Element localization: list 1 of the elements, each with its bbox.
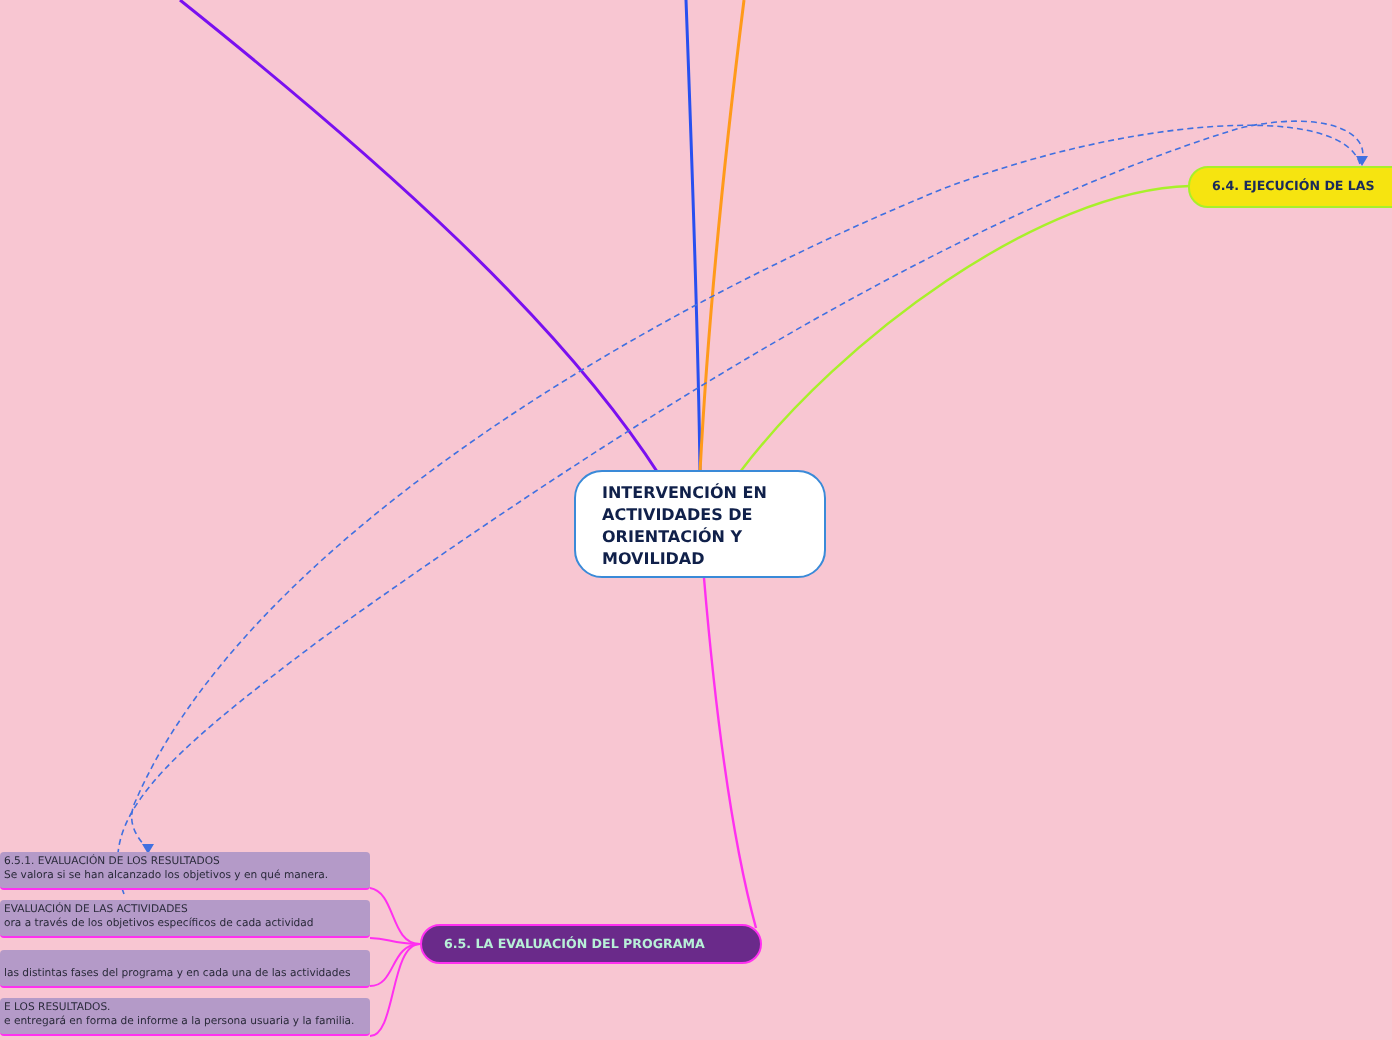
central-topic: INTERVENCIÓN EN ACTIVIDADES DE ORIENTACIÓN Y MOVILIDAD [574,470,826,578]
